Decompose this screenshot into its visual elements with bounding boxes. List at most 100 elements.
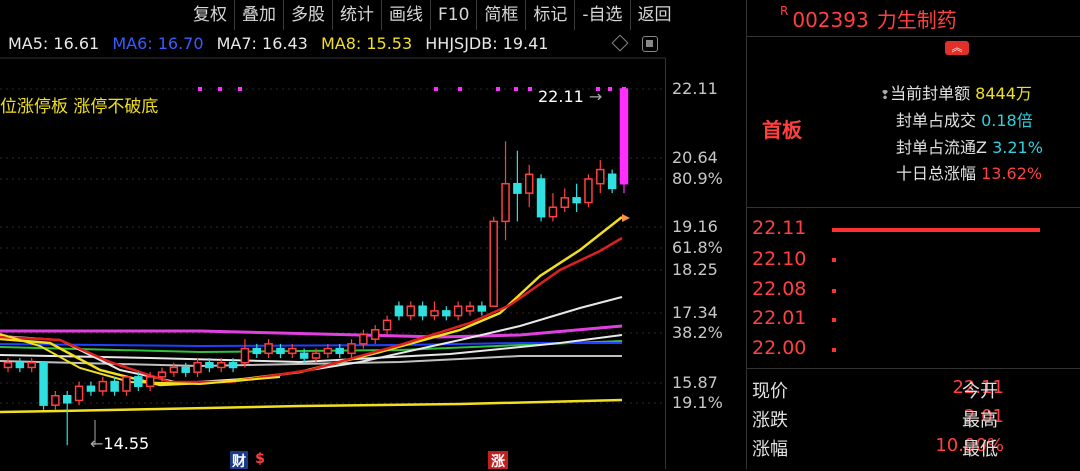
draw-line-button[interactable]: 画线 bbox=[381, 0, 430, 30]
candle-body bbox=[335, 347, 344, 355]
candle-body bbox=[536, 178, 546, 218]
overlay-button[interactable]: 叠加 bbox=[234, 0, 283, 30]
candle-body bbox=[418, 305, 427, 317]
candle-body bbox=[276, 347, 285, 355]
ma6-label: MA6: 16.70 bbox=[112, 34, 204, 53]
fuquan-button[interactable]: 复权 bbox=[186, 0, 234, 30]
candle-body bbox=[596, 168, 605, 185]
indicator-text: 位涨停板 涨停不破底 bbox=[0, 97, 159, 117]
candle-body bbox=[216, 361, 226, 369]
chart-toolbar: 复权 叠加 多股 统计 画线 F10 简框 标记 -自选 返回 bbox=[186, 0, 679, 30]
candle-body bbox=[169, 366, 179, 373]
ma5-label: MA5: 16.61 bbox=[8, 34, 100, 53]
candle-body bbox=[607, 173, 617, 190]
candle-body bbox=[181, 366, 190, 373]
price-axis-label: 19.16 bbox=[672, 217, 718, 236]
candle-body bbox=[430, 310, 439, 317]
simple-frame-button[interactable]: 简框 bbox=[476, 0, 525, 30]
ma-line bbox=[0, 398, 623, 414]
candle-body bbox=[501, 182, 510, 223]
candle-body bbox=[513, 182, 522, 194]
price-axis-label: 18.25 bbox=[672, 260, 718, 279]
stat-float-ratio: 封单占流通Z 3.21% bbox=[896, 138, 1043, 157]
high-price-label: 22.11 → bbox=[538, 87, 603, 106]
candle-body bbox=[193, 361, 202, 373]
order-bar-1 bbox=[832, 228, 1040, 232]
back-button[interactable]: 返回 bbox=[629, 0, 679, 30]
order-price-1: 22.11 bbox=[752, 217, 807, 239]
order-price-4: 22.01 bbox=[752, 307, 807, 329]
candle-body bbox=[98, 380, 108, 392]
multi-stock-button[interactable]: 多股 bbox=[283, 0, 332, 30]
finance-badge[interactable]: 财 bbox=[230, 451, 248, 470]
candle-body bbox=[264, 343, 273, 355]
limit-up-candle bbox=[620, 89, 628, 184]
candle-body bbox=[252, 347, 262, 355]
candle-body bbox=[524, 173, 534, 194]
ma-line bbox=[0, 216, 623, 387]
order-bar-2 bbox=[832, 258, 836, 262]
r-mark: R bbox=[780, 4, 789, 18]
price-axis-label: 20.64 bbox=[672, 148, 718, 167]
stock-header: R 002393 力生制药 bbox=[780, 4, 957, 33]
quote-row-change: 涨跌 2.01 最高 bbox=[752, 406, 1004, 431]
kline-chart[interactable] bbox=[0, 0, 668, 469]
order-price-5: 22.00 bbox=[752, 337, 807, 359]
candle-body bbox=[62, 394, 72, 404]
hhjsjdb-label: HHJSJDB: 19.41 bbox=[425, 34, 549, 53]
ma7-label: MA7: 16.43 bbox=[216, 34, 308, 53]
candle-body bbox=[347, 343, 356, 355]
candle-body bbox=[359, 333, 368, 345]
stock-code: 002393 bbox=[792, 8, 869, 32]
order-bar-4 bbox=[832, 318, 836, 322]
candle-body bbox=[382, 319, 392, 331]
limit-up-dot bbox=[622, 87, 626, 91]
limit-up-dot bbox=[528, 87, 532, 91]
limit-up-dot bbox=[496, 87, 500, 91]
candle-body bbox=[311, 352, 321, 359]
dollar-badge[interactable]: $ bbox=[254, 451, 266, 469]
candle-body bbox=[584, 178, 593, 204]
candle-body bbox=[489, 220, 498, 307]
candle-body bbox=[406, 305, 416, 317]
limit-up-dot bbox=[514, 87, 518, 91]
candle-body bbox=[74, 385, 84, 402]
candle-body bbox=[157, 371, 167, 378]
price-axis-label: 19.1% bbox=[672, 393, 723, 412]
ma8-label: MA8: 15.53 bbox=[320, 34, 413, 53]
price-axis-label: 80.9% bbox=[672, 169, 723, 188]
limit-up-dot bbox=[218, 87, 222, 91]
candle-body bbox=[122, 376, 131, 392]
candle-body bbox=[15, 361, 25, 369]
ma-line bbox=[0, 236, 623, 384]
candle-body bbox=[39, 361, 48, 406]
settings-icon[interactable] bbox=[642, 36, 658, 52]
candle-body bbox=[453, 305, 463, 317]
candle-body bbox=[394, 305, 404, 317]
candle-body bbox=[228, 361, 238, 369]
limit-up-badge[interactable]: 涨 bbox=[488, 451, 508, 470]
candle-body bbox=[134, 376, 143, 388]
candle-body bbox=[477, 305, 487, 312]
collapse-up-icon[interactable]: ︽ bbox=[945, 41, 969, 55]
order-price-2: 22.10 bbox=[752, 248, 807, 270]
limit-up-dot bbox=[608, 87, 612, 91]
statistics-button[interactable]: 统计 bbox=[332, 0, 381, 30]
price-axis-label: 22.11 bbox=[672, 79, 718, 98]
board-label: 首板 bbox=[762, 118, 802, 142]
ma-legend: MA5: 16.61 MA6: 16.70 MA7: 16.43 MA8: 15… bbox=[8, 34, 556, 53]
candle-body bbox=[560, 197, 570, 209]
header-divider bbox=[747, 36, 1080, 37]
mark-button[interactable]: 标记 bbox=[525, 0, 574, 30]
limit-up-dot bbox=[198, 87, 202, 91]
order-price-3: 22.08 bbox=[752, 278, 807, 300]
stat-order-ratio: 封单占成交 0.18倍 bbox=[896, 111, 1033, 130]
low-price-label: ←14.55 bbox=[90, 434, 150, 453]
remove-watchlist-button[interactable]: -自选 bbox=[574, 0, 629, 30]
price-axis-label: 15.87 bbox=[672, 373, 718, 392]
chart-axis-divider bbox=[665, 58, 666, 469]
limit-up-dot bbox=[238, 87, 242, 91]
price-axis-label: 38.2% bbox=[672, 323, 723, 342]
candle-body bbox=[205, 361, 214, 369]
f10-button[interactable]: F10 bbox=[430, 0, 476, 30]
